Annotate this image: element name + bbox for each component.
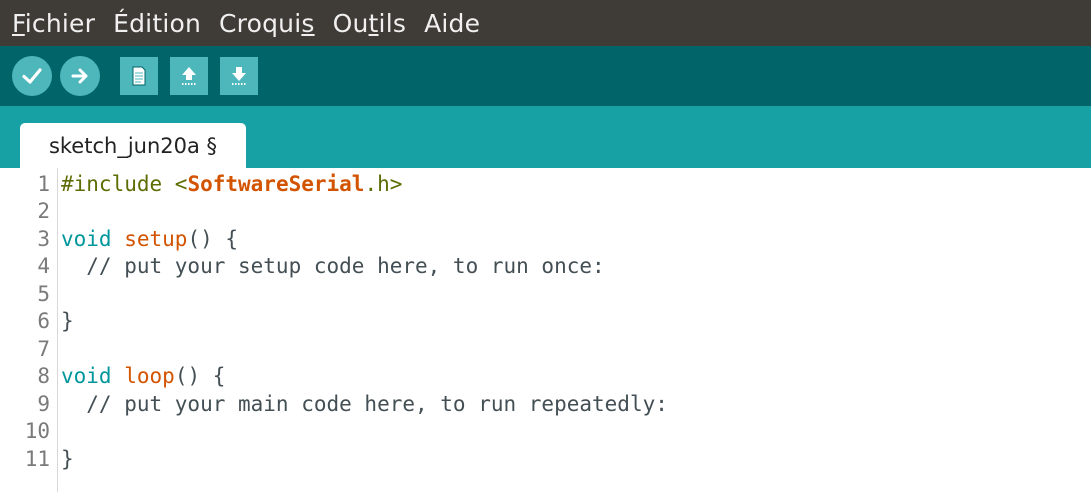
menu-outils-label-rest: ils: [378, 8, 407, 38]
line-number: 6: [37, 308, 50, 333]
code-text: void loop() {: [61, 364, 225, 388]
save-icon: [232, 67, 246, 85]
line-number: 7: [37, 336, 50, 361]
code-token: .h>: [364, 171, 403, 196]
new-sketch-button[interactable]: [120, 57, 158, 95]
line-number: 11: [24, 446, 50, 471]
tab-sketch-label: sketch_jun20a §: [48, 133, 218, 158]
code-line[interactable]: 4 // put your setup code here, to run on…: [0, 252, 605, 279]
tab-sketch[interactable]: sketch_jun20a §: [20, 123, 246, 168]
code-token: }: [61, 446, 74, 471]
menu-outils-mnemonic: t: [368, 8, 379, 38]
code-text: // put your setup code here, to run once…: [61, 253, 605, 278]
code-text: void setup() {: [61, 227, 238, 251]
menu-croquis-mnemonic: s: [301, 8, 315, 38]
menu-aide[interactable]: Aide: [424, 9, 480, 38]
line-number: 3: [37, 226, 50, 251]
menu-outils[interactable]: Outils: [333, 9, 406, 38]
code-token: }: [61, 308, 74, 333]
code-line[interactable]: 7: [0, 335, 61, 362]
code-token: loop: [124, 363, 175, 388]
menu-fichier[interactable]: Fichier: [12, 9, 95, 38]
verify-icon: [22, 68, 42, 84]
code-token: // put your setup code here, to run once…: [61, 253, 605, 278]
line-number: 4: [37, 253, 50, 278]
code-line[interactable]: 2: [0, 197, 61, 224]
toolbar: [0, 46, 1091, 106]
code-token: () {: [187, 226, 239, 251]
code-token: setup: [124, 226, 188, 251]
code-line[interactable]: 5: [0, 280, 61, 307]
code-token: // put your main code here, to run repea…: [61, 391, 668, 416]
code-line[interactable]: 8 void loop() {: [0, 362, 225, 389]
line-number: 8: [37, 363, 50, 388]
menu-edition[interactable]: Édition: [113, 9, 201, 38]
open-icon: [182, 67, 196, 85]
code-token: SoftwareSerial: [187, 171, 365, 196]
code-text: #include <SoftwareSerial.h>: [61, 172, 402, 196]
line-number: 5: [37, 281, 50, 306]
code-line[interactable]: 10: [0, 417, 61, 444]
tab-bar: sketch_jun20a §: [0, 106, 1091, 168]
code-line[interactable]: 9 // put your main code here, to run rep…: [0, 390, 668, 417]
line-number: 2: [37, 198, 50, 223]
code-text: // put your main code here, to run repea…: [61, 392, 668, 416]
menu-edition-label: Édition: [113, 8, 202, 38]
menu-croquis[interactable]: Croquis: [219, 9, 315, 38]
menu-outils-label-pre: Ou: [332, 8, 369, 38]
verify-button[interactable]: [12, 56, 52, 96]
menu-fichier-label: ichier: [24, 8, 96, 38]
menu-croquis-label-pre: Croqui: [219, 8, 302, 38]
code-line[interactable]: 3 void setup() {: [0, 225, 238, 252]
code-text: }: [61, 309, 74, 333]
code-token: () {: [174, 363, 226, 388]
open-sketch-button[interactable]: [170, 57, 208, 95]
line-number: 10: [24, 418, 50, 443]
code-token: void: [61, 363, 112, 388]
code-line[interactable]: 11}: [0, 445, 74, 472]
code-text: }: [61, 447, 74, 471]
save-sketch-button[interactable]: [220, 57, 258, 95]
menu-aide-label: Aide: [424, 8, 481, 38]
code-line[interactable]: 6}: [0, 307, 74, 334]
new-icon: [132, 66, 146, 86]
upload-button[interactable]: [60, 56, 100, 96]
upload-icon: [71, 68, 88, 84]
line-number: 9: [37, 391, 50, 416]
line-number: 1: [37, 171, 50, 196]
code-token: #include <: [61, 171, 188, 196]
menu-fichier-mnemonic: F: [12, 8, 25, 38]
code-editor[interactable]: 1 #include <SoftwareSerial.h> 2 3 void setup…: [0, 168, 1091, 492]
code-line[interactable]: 1 #include <SoftwareSerial.h>: [0, 170, 402, 197]
code-token: void: [61, 226, 112, 251]
menubar: Fichier Édition Croquis Outils Aide: [0, 0, 1091, 46]
